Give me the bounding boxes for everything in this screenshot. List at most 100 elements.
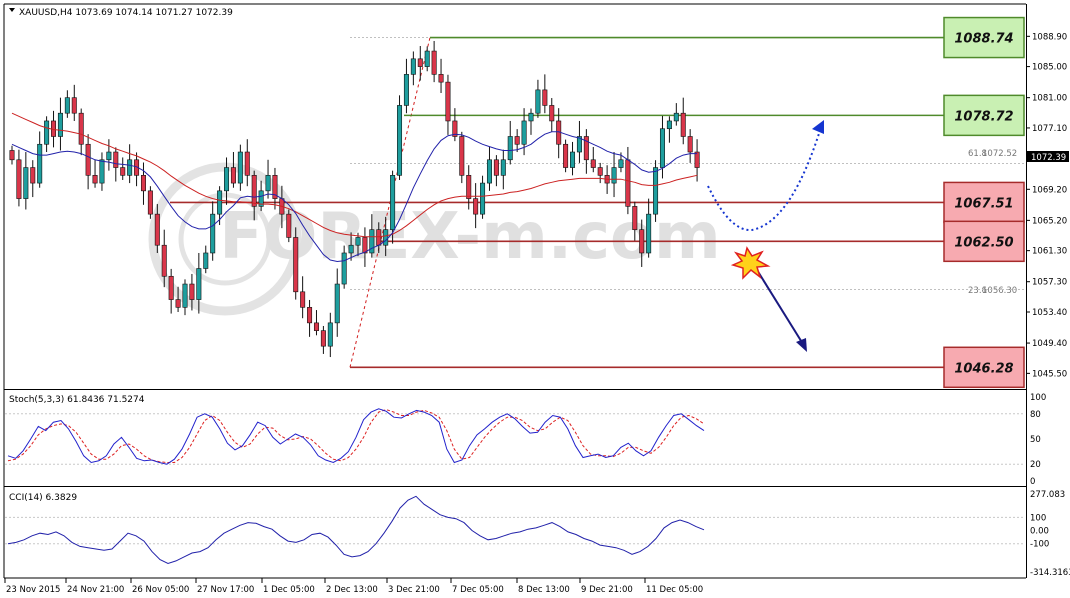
cci-tick-label: -314.3163 — [1030, 568, 1070, 578]
time-tick-label: 1 Dec 05:00 — [263, 585, 315, 595]
price-tick-label: 1049.40 — [1032, 339, 1067, 349]
candle-body — [514, 136, 520, 145]
candle-body — [286, 213, 292, 238]
candle-body — [424, 50, 430, 67]
current-price-marker: 1072.39 — [1027, 151, 1069, 163]
candle-body — [694, 151, 700, 168]
price-tick-label: 1065.20 — [1032, 216, 1067, 226]
candle-body — [341, 252, 347, 285]
candle-body — [362, 237, 368, 254]
stoch-tick-label: 20 — [1030, 460, 1041, 470]
candle-body — [466, 175, 472, 199]
candle-body — [659, 128, 665, 168]
price-tick-label: 1061.30 — [1032, 247, 1067, 257]
candle-body — [493, 159, 499, 176]
candle-body — [639, 229, 645, 254]
candle-body — [92, 175, 98, 184]
candle-body — [127, 159, 133, 176]
stoch-tick-label: 50 — [1030, 435, 1041, 445]
candle-body — [507, 136, 513, 161]
candle-body — [390, 175, 396, 230]
candle-body — [196, 268, 202, 300]
candle-body — [230, 167, 236, 184]
price-tick-label: 1081.00 — [1032, 94, 1067, 104]
cci-tick-label: 100 — [1030, 513, 1046, 523]
level-label: 1088.74 — [954, 32, 1013, 47]
candle-body — [459, 136, 465, 176]
candle-body — [189, 283, 195, 300]
candle-body — [313, 322, 319, 331]
candle-body — [445, 81, 451, 122]
stoch-tick-label: 80 — [1030, 410, 1041, 420]
candle-body — [210, 213, 216, 254]
candle-body — [646, 213, 652, 254]
candle-body — [175, 299, 181, 308]
price-tick-label: 1057.30 — [1032, 278, 1067, 288]
candle-body — [99, 159, 105, 184]
candle-body — [57, 112, 63, 137]
candle-body — [673, 112, 679, 122]
candle-body — [85, 143, 91, 176]
candle-body — [376, 229, 382, 246]
price-tick-label: 1045.50 — [1032, 369, 1067, 379]
candle-body — [265, 175, 271, 192]
candle-body — [224, 167, 230, 192]
level-label: 1046.28 — [954, 361, 1013, 376]
candle-body — [383, 229, 389, 246]
candle-body — [182, 283, 188, 308]
time-tick-label: 8 Dec 13:00 — [518, 585, 570, 595]
time-tick-label: 7 Dec 05:00 — [452, 585, 504, 595]
chart-window[interactable]: FOREX-m.com 61.8 1072.52 23.6 1056.30 10… — [0, 0, 1070, 598]
candle-body — [500, 159, 506, 176]
price-tick-label: 1077.10 — [1032, 124, 1067, 134]
candle-body — [71, 97, 77, 114]
candle-body — [113, 151, 119, 168]
price-tick-label: 1085.00 — [1032, 63, 1067, 73]
candle-body — [348, 244, 354, 254]
candle-body — [307, 307, 313, 324]
candle-body — [438, 74, 444, 83]
time-tick-label: 9 Dec 21:00 — [581, 585, 633, 595]
current-price-label: 1072.39 — [1031, 153, 1066, 163]
candle-body — [320, 330, 326, 347]
candle-body — [23, 167, 29, 199]
candle-body — [542, 89, 548, 106]
candle-body — [140, 175, 146, 192]
candle-body — [528, 112, 534, 122]
candle-body — [168, 275, 174, 300]
stoch-tick-label: 0 — [1030, 477, 1035, 487]
candle-body — [473, 198, 479, 215]
candle-body — [293, 237, 299, 293]
candle-body — [570, 151, 576, 168]
time-tick-label: 2 Dec 13:00 — [326, 585, 378, 595]
cci-tick-label: 0.00 — [1030, 527, 1049, 537]
chart-header: XAUUSD,H4 1073.69 1074.14 1071.27 1072.3… — [19, 8, 233, 18]
cci-tick-label: 277.083 — [1030, 490, 1065, 500]
candle-body — [563, 143, 569, 168]
cci-tick-label: -100 — [1030, 540, 1049, 550]
chart-background — [0, 0, 1070, 598]
level-label: 1078.72 — [954, 109, 1013, 124]
time-tick-label: 24 Nov 21:00 — [67, 585, 124, 595]
candle-body — [486, 159, 492, 184]
candle-body — [355, 237, 361, 246]
candle-body — [334, 283, 340, 324]
stoch-tick-label: 100 — [1030, 393, 1046, 403]
time-tick-label: 27 Nov 17:00 — [197, 585, 254, 595]
candle-body — [203, 252, 209, 269]
candle-body — [251, 175, 257, 207]
candle-body — [327, 322, 333, 347]
candle-body — [397, 105, 403, 176]
fib-236-price: 1056.30 — [982, 286, 1017, 296]
candle-body — [417, 58, 423, 67]
level-label: 1067.51 — [954, 196, 1013, 211]
time-tick-label: 3 Dec 21:00 — [388, 585, 440, 595]
candle-body — [549, 105, 555, 122]
candle-body — [78, 112, 84, 145]
candle-body — [44, 120, 50, 145]
price-tick-label: 1069.20 — [1032, 185, 1067, 195]
candle-body — [687, 136, 693, 153]
candle-body — [237, 151, 243, 184]
candle-body — [300, 291, 306, 308]
candle-body — [480, 182, 486, 215]
